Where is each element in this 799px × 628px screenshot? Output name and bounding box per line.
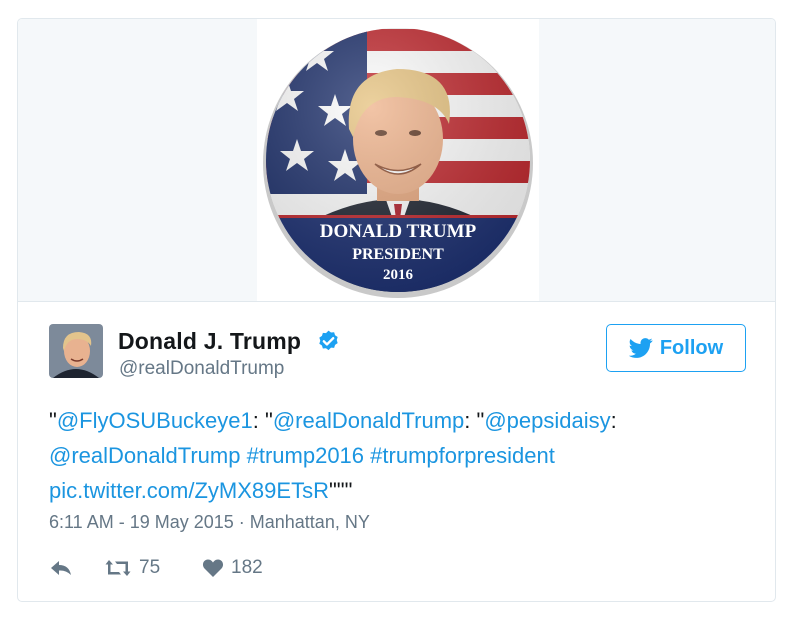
mention-link[interactable]: @pepsidaisy <box>484 408 610 433</box>
tweet-media[interactable]: DONALD TRUMP PRESIDENT 2016 <box>18 19 775 302</box>
text-separator: : " <box>464 408 485 433</box>
quote-open: " <box>49 408 57 433</box>
tweet-card: DONALD TRUMP PRESIDENT 2016 Donald J. Tr… <box>17 18 776 602</box>
follow-button[interactable]: Follow <box>606 324 746 372</box>
text-separator: : " <box>252 408 273 433</box>
like-count: 182 <box>231 557 263 578</box>
button-text-name: DONALD TRUMP <box>320 221 477 242</box>
tweet-timestamp[interactable]: 6:11 AM - 19 May 2015 · Manhattan, NY <box>49 512 370 533</box>
hashtag-link[interactable]: #trump2016 <box>247 443 364 468</box>
verified-badge-icon <box>319 330 338 351</box>
retweet-count: 75 <box>139 557 161 578</box>
reply-icon <box>51 561 71 575</box>
reply-button[interactable] <box>49 559 104 577</box>
mention-link[interactable]: @FlyOSUBuckeye1 <box>57 408 253 433</box>
button-text-year: 2016 <box>383 267 414 283</box>
hashtag-link[interactable]: #trumpforpresident <box>370 443 555 468</box>
tweet-actions: 75 182 <box>49 555 263 581</box>
heart-icon <box>202 559 224 577</box>
campaign-button-image: DONALD TRUMP PRESIDENT 2016 <box>257 19 539 301</box>
follow-label: Follow <box>659 336 724 359</box>
media-link[interactable]: pic.twitter.com/ZyMX89ETsR <box>49 478 329 503</box>
button-text-office: PRESIDENT <box>352 246 444 263</box>
avatar[interactable] <box>49 324 103 378</box>
retweet-button[interactable]: 75 <box>104 557 202 579</box>
twitter-bird-icon <box>628 338 653 358</box>
mention-link[interactable]: @realDonaldTrump <box>273 408 464 433</box>
tweet-text: "@FlyOSUBuckeye1: "@realDonaldTrump: "@p… <box>49 403 739 508</box>
quote-close: """ <box>328 478 353 503</box>
text-separator: : <box>610 408 617 433</box>
display-name[interactable]: Donald J. Trump <box>118 328 301 355</box>
like-button[interactable]: 182 <box>202 557 263 579</box>
user-handle[interactable]: @realDonaldTrump <box>119 358 284 380</box>
retweet-icon <box>105 560 131 576</box>
mention-link[interactable]: @realDonaldTrump <box>49 443 240 468</box>
